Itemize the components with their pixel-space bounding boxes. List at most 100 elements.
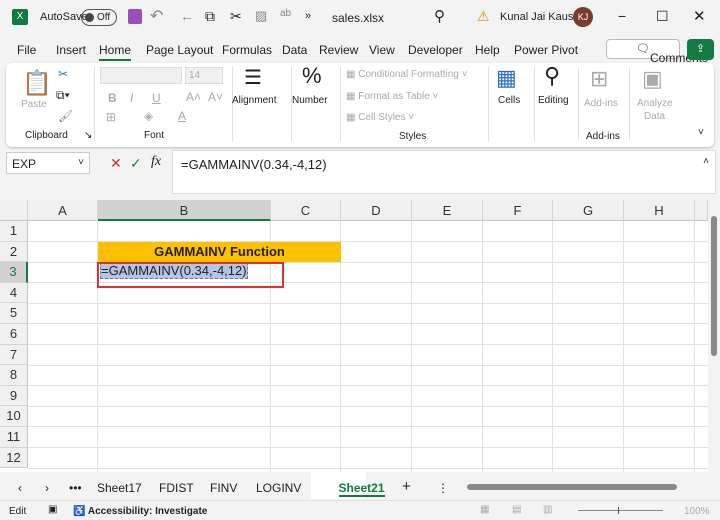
font-name-select[interactable] xyxy=(100,67,182,84)
paste-button[interactable]: Paste xyxy=(21,99,47,110)
analyze-data-button[interactable]: Analyze xyxy=(637,98,673,109)
cancel-icon[interactable]: ✕ xyxy=(110,155,122,172)
search-icon[interactable]: ⚲ xyxy=(544,63,560,89)
insert-function-icon[interactable]: fx xyxy=(151,154,161,170)
column-header-c[interactable]: C xyxy=(271,200,341,221)
options-icon[interactable]: ⋮ xyxy=(437,481,449,495)
cells-icon[interactable]: ▦ xyxy=(496,65,517,91)
row-header-4[interactable]: 4 xyxy=(0,282,28,304)
alignment-icon[interactable]: ☰ xyxy=(244,65,262,90)
tab-power-pivot[interactable]: Power Pivot xyxy=(514,43,578,57)
formula-input[interactable]: =GAMMAINV(0.34,-4,12) ˄ xyxy=(172,150,716,194)
tab-page-layout[interactable]: Page Layout xyxy=(146,43,213,57)
tab-home[interactable]: Home xyxy=(99,43,132,61)
column-header-e[interactable]: E xyxy=(412,200,483,221)
tab-developer[interactable]: Developer xyxy=(408,43,463,57)
italic-button[interactable]: I xyxy=(130,91,133,105)
paste-icon[interactable]: 📋 xyxy=(22,69,52,98)
editing-button[interactable]: Editing xyxy=(538,95,569,106)
select-all[interactable] xyxy=(0,200,28,221)
close-button[interactable]: ✕ xyxy=(693,7,706,25)
row-header-7[interactable]: 7 xyxy=(0,344,28,366)
column-header-g[interactable]: G xyxy=(553,200,624,221)
format-as-table-button[interactable]: ▦ Format as Table ˅ xyxy=(346,91,438,102)
share-button[interactable]: ⇪ xyxy=(687,39,714,60)
clipboard-launcher-icon[interactable]: ↘ xyxy=(84,130,92,141)
column-header-d[interactable]: D xyxy=(341,200,412,221)
macro-icon[interactable]: ▣ xyxy=(48,504,57,515)
row-header-6[interactable]: 6 xyxy=(0,324,28,345)
spreadsheet-grid[interactable]: GAMMAINV Function =GAMMAINV(0.34,-4,12) … xyxy=(0,200,708,472)
name-box[interactable]: EXP ˅ xyxy=(6,152,90,174)
comments-button[interactable]: 🗨 Comments xyxy=(606,39,708,65)
cell-styles-button[interactable]: ▦ Cell Styles ˅ xyxy=(346,112,414,123)
column-header-f[interactable]: F xyxy=(483,200,553,221)
vertical-scrollbar[interactable] xyxy=(708,200,720,472)
row-header-3[interactable]: 3 xyxy=(0,262,28,283)
row-header-11[interactable]: 11 xyxy=(0,427,28,448)
alignment-button[interactable]: Alignment xyxy=(232,95,276,106)
row-header-2[interactable]: 2 xyxy=(0,241,28,263)
number-button[interactable]: Number xyxy=(292,95,328,106)
page-layout-view-icon[interactable]: ▤ xyxy=(512,504,521,515)
fill-color-button[interactable]: ◈ xyxy=(144,109,153,123)
warning-icon[interactable]: ⚠ xyxy=(477,8,490,25)
tab-formulas[interactable]: Formulas xyxy=(222,43,272,57)
column-header-b[interactable]: B xyxy=(98,200,271,221)
percent-icon[interactable]: % xyxy=(302,63,322,89)
next-sheet-icon[interactable]: › xyxy=(45,481,49,495)
cell-b2[interactable]: GAMMAINV Function xyxy=(98,241,341,263)
more-sheets-icon[interactable]: ••• xyxy=(69,481,82,495)
copy-icon[interactable]: ⧉ xyxy=(205,8,215,25)
sheet-tab-active[interactable]: Sheet21 xyxy=(311,472,385,499)
conditional-formatting-button[interactable]: ▦ Conditional Formatting ˅ xyxy=(346,69,467,80)
analyze-data-button-line2[interactable]: Data xyxy=(644,111,665,122)
column-header-i[interactable] xyxy=(695,200,708,221)
addins-button[interactable]: Add-ins xyxy=(584,98,618,109)
row-header-1[interactable]: 1 xyxy=(0,221,28,242)
horizontal-scrollbar[interactable] xyxy=(455,483,708,491)
underline-button[interactable]: U xyxy=(152,91,161,105)
increase-font-button[interactable]: A˄ xyxy=(186,90,201,104)
spelling-icon[interactable]: ab xyxy=(280,8,291,19)
maximize-button[interactable]: ☐ xyxy=(656,8,669,25)
page-break-view-icon[interactable]: ▥ xyxy=(543,504,552,515)
filename[interactable]: sales.xlsx xyxy=(332,11,384,25)
image-icon[interactable]: ▨ xyxy=(255,8,267,24)
cells-button[interactable]: Cells xyxy=(498,95,520,106)
prev-sheet-icon[interactable]: ‹ xyxy=(18,481,22,495)
sheet-tab[interactable]: FINV xyxy=(210,481,237,495)
row-header-12[interactable]: 12 xyxy=(0,447,28,469)
enter-icon[interactable]: ✓ xyxy=(130,155,142,172)
row-header-10[interactable]: 10 xyxy=(0,406,28,427)
normal-view-icon[interactable]: ▦ xyxy=(480,504,489,515)
addins-icon[interactable]: ⊞ xyxy=(590,66,608,92)
accessibility-status[interactable]: ♿ Accessibility: Investigate xyxy=(73,506,207,517)
tab-insert[interactable]: Insert xyxy=(56,43,86,57)
zoom-slider[interactable] xyxy=(578,507,663,514)
font-size-select[interactable]: 14 xyxy=(185,67,223,84)
column-header-h[interactable]: H xyxy=(624,200,695,221)
decrease-font-button[interactable]: A˅ xyxy=(208,90,223,104)
zoom-level[interactable]: 100% xyxy=(684,506,710,517)
autosave-toggle[interactable]: Off xyxy=(81,9,117,26)
minimize-button[interactable]: − xyxy=(618,8,626,24)
borders-button[interactable]: ⊞ xyxy=(106,110,116,124)
tab-help[interactable]: Help xyxy=(475,43,500,57)
cut-icon[interactable]: ✂ xyxy=(230,8,242,25)
tab-data[interactable]: Data xyxy=(282,43,307,57)
bold-button[interactable]: B xyxy=(108,91,117,105)
row-header-5[interactable]: 5 xyxy=(0,303,28,324)
sheet-tab[interactable]: FDIST xyxy=(159,481,194,495)
row-header-9[interactable]: 9 xyxy=(0,385,28,407)
tab-view[interactable]: View xyxy=(369,43,395,57)
cut-icon[interactable]: ✂ xyxy=(58,67,68,81)
format-painter-icon[interactable]: 🖌 xyxy=(58,109,73,123)
analyze-data-icon[interactable]: ▣ xyxy=(642,66,663,92)
avatar[interactable]: KJ xyxy=(573,7,593,27)
tab-review[interactable]: Review xyxy=(319,43,358,57)
redo-icon[interactable]: ← xyxy=(180,8,194,24)
column-header-a[interactable]: A xyxy=(28,200,98,221)
add-sheet-button[interactable]: + xyxy=(402,478,411,495)
collapse-ribbon-icon[interactable]: ˅ xyxy=(698,127,704,138)
